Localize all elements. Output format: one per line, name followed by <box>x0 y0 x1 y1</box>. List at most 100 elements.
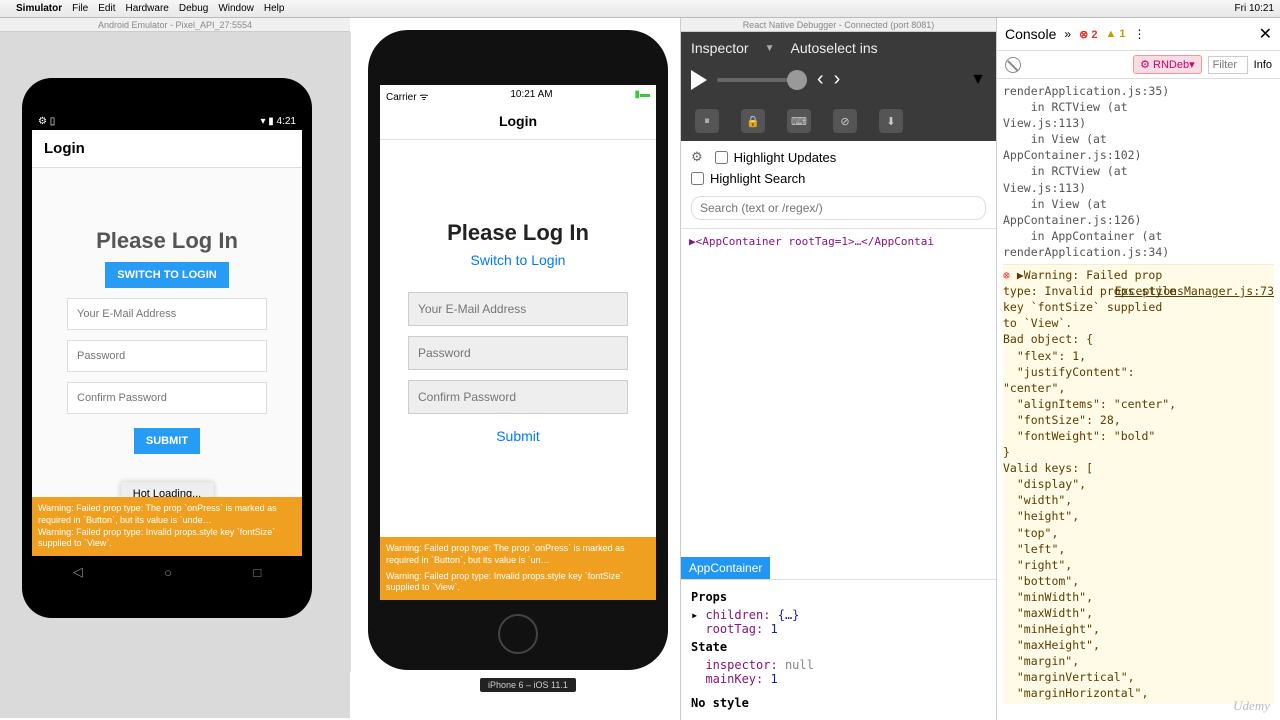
android-nav-bar: ◁ ○ □ <box>32 556 302 588</box>
console-tab[interactable]: Console <box>1005 26 1056 42</box>
debugger-tabs: Inspector ▼ Autoselect ins <box>681 32 996 64</box>
inspector-options: ⚙Highlight Updates Highlight Search <box>681 141 996 229</box>
filter-input[interactable] <box>1208 56 1248 74</box>
props-panel: Props ▸ children: {…} rootTag: 1 State i… <box>681 579 996 720</box>
search-input[interactable] <box>691 196 986 220</box>
devtools-console: Console » ⊗ 2 ▲ 1 ⋮ ✕ ⚙ RNDeb▾ Info rend… <box>996 18 1280 720</box>
timeline-slider[interactable] <box>717 78 807 82</box>
android-window-title: Android Emulator - Pixel_API_27:5554 <box>0 18 350 32</box>
android-clock: ▾ ▮ 4:21 <box>260 116 296 127</box>
simulator-device-label: iPhone 6 – iOS 11.1 <box>480 678 576 692</box>
ios-clock: 10:21 AM <box>510 89 552 103</box>
autoselect-tab[interactable]: Autoselect ins <box>791 40 878 56</box>
error-badge[interactable]: ⊗ 2 <box>1079 28 1097 41</box>
component-tree[interactable]: ▶<AppContainer rootTag=1>…</AppContai <box>681 229 996 254</box>
menu-icon[interactable]: ⋮ <box>1134 27 1146 41</box>
chevron-down-icon[interactable]: ▼ <box>765 43 775 54</box>
ios-warning-banner[interactable]: Warning: Failed prop type: The prop `onP… <box>380 537 656 600</box>
home-icon[interactable]: ○ <box>164 565 172 580</box>
submit-link[interactable]: Submit <box>496 428 540 444</box>
menu-hardware[interactable]: Hardware <box>125 3 168 14</box>
gear-icon: ⚙ ▯ <box>38 116 55 127</box>
debugger-toolbar: ⏸ 🔒 ⌨ ⊘ ⬇ <box>681 101 996 141</box>
password-input[interactable] <box>67 340 267 372</box>
lock-icon[interactable]: 🔒 <box>741 109 765 133</box>
menu-file[interactable]: File <box>72 3 88 14</box>
menubar-clock: Fri 10:21 <box>1235 3 1274 14</box>
react-native-debugger: React Native Debugger - Connected (port … <box>680 18 996 720</box>
slider-thumb[interactable] <box>787 70 807 90</box>
debugger-controls: ‹ › ▼ <box>681 64 996 101</box>
email-input[interactable] <box>67 298 267 330</box>
android-status-bar: ⚙ ▯ ▾ ▮ 4:21 <box>32 113 302 130</box>
warning-1: Warning: Failed prop type: The prop `onP… <box>386 543 650 566</box>
close-icon[interactable]: ✕ <box>1259 24 1272 44</box>
prev-icon[interactable]: ‹ <box>817 68 824 91</box>
warning-2: Warning: Failed prop type: Invalid props… <box>386 571 650 594</box>
highlight-search-option[interactable]: Highlight Search <box>691 171 986 186</box>
udemy-watermark: Udemy <box>1233 698 1270 714</box>
recents-icon[interactable]: □ <box>253 565 261 580</box>
menu-debug[interactable]: Debug <box>179 3 208 14</box>
email-input[interactable] <box>408 292 628 326</box>
menu-window[interactable]: Window <box>218 3 254 14</box>
login-title: Please Log In <box>96 228 238 254</box>
expand-icon[interactable]: » <box>1064 27 1071 41</box>
battery-icon: ▮▬ <box>634 89 650 103</box>
android-warning-banner[interactable]: Warning: Failed prop type: The prop `onP… <box>32 497 302 556</box>
next-icon[interactable]: › <box>834 68 841 91</box>
menu-help[interactable]: Help <box>264 3 285 14</box>
macos-menubar: Simulator File Edit Hardware Debug Windo… <box>0 0 1280 18</box>
menubar-app[interactable]: Simulator <box>16 3 62 14</box>
carrier: Carrier ᯤ <box>386 89 428 103</box>
back-icon[interactable]: ◁ <box>73 564 83 580</box>
clear-console-icon[interactable] <box>1005 57 1021 73</box>
gear-icon[interactable]: ⚙ <box>691 149 703 165</box>
home-button[interactable] <box>498 614 538 654</box>
inspector-tab[interactable]: Inspector <box>691 40 749 56</box>
ios-body: Please Log In Switch to Login Submit <box>380 140 656 600</box>
android-body: Please Log In SWITCH TO LOGIN SUBMIT Hot… <box>32 168 302 556</box>
state-inspector[interactable]: inspector: null <box>691 658 986 672</box>
submit-button[interactable]: SUBMIT <box>134 428 200 454</box>
pause-icon[interactable]: ⏸ <box>695 109 719 133</box>
prop-roottag[interactable]: rootTag: 1 <box>691 622 986 636</box>
debugger-window-title: React Native Debugger - Connected (port … <box>681 18 996 32</box>
confirm-password-input[interactable] <box>408 380 628 414</box>
console-output[interactable]: renderApplication.js:35) in RCTView (at … <box>997 79 1280 720</box>
disable-icon[interactable]: ⊘ <box>833 109 857 133</box>
password-input[interactable] <box>408 336 628 370</box>
context-selector[interactable]: ⚙ RNDeb▾ <box>1133 55 1202 74</box>
switch-to-login-button[interactable]: SWITCH TO LOGIN <box>105 262 228 288</box>
ios-status-bar: Carrier ᯤ 10:21 AM ▮▬ <box>380 85 656 107</box>
selected-component[interactable]: AppContainer <box>681 557 770 579</box>
confirm-password-input[interactable] <box>67 382 267 414</box>
warning-1: Warning: Failed prop type: The prop `onP… <box>38 503 296 526</box>
highlight-updates-checkbox[interactable] <box>715 151 728 164</box>
download-icon[interactable]: ⬇ <box>879 109 903 133</box>
warning-body: type: Invalid props.style key `fontSize`… <box>1003 283 1274 701</box>
warning-entry[interactable]: ⊗ ▶Warning: Failed prop ExceptionsManage… <box>1003 264 1274 704</box>
menu-edit[interactable]: Edit <box>98 3 115 14</box>
state-mainkey[interactable]: mainKey: 1 <box>691 672 986 686</box>
background-window-edge <box>350 32 368 672</box>
ios-header: Login <box>380 107 656 140</box>
warning-badge[interactable]: ▲ 1 <box>1105 28 1125 40</box>
android-screen: ⚙ ▯ ▾ ▮ 4:21 Login Please Log In SWITCH … <box>32 113 302 588</box>
android-header: Login <box>32 130 302 168</box>
play-icon[interactable] <box>691 70 707 90</box>
highlight-updates-option[interactable]: ⚙Highlight Updates <box>691 149 986 165</box>
highlight-search-checkbox[interactable] <box>691 172 704 185</box>
login-title: Please Log In <box>447 220 589 246</box>
props-heading: Props <box>691 590 986 604</box>
console-header: Console » ⊗ 2 ▲ 1 ⋮ ✕ <box>997 18 1280 51</box>
keyboard-icon[interactable]: ⌨ <box>787 109 811 133</box>
prop-children[interactable]: ▸ children: {…} <box>691 608 986 622</box>
stack-trace: renderApplication.js:35) in RCTView (at … <box>1003 83 1274 260</box>
chevron-down-icon[interactable]: ▼ <box>970 71 986 89</box>
no-style-label: No style <box>691 696 986 710</box>
info-level[interactable]: Info <box>1254 59 1272 71</box>
warning-2: Warning: Failed prop type: Invalid props… <box>38 527 296 550</box>
switch-to-login-link[interactable]: Switch to Login <box>471 252 566 268</box>
android-emulator-window: Android Emulator - Pixel_API_27:5554 ⚙ ▯… <box>0 18 350 718</box>
